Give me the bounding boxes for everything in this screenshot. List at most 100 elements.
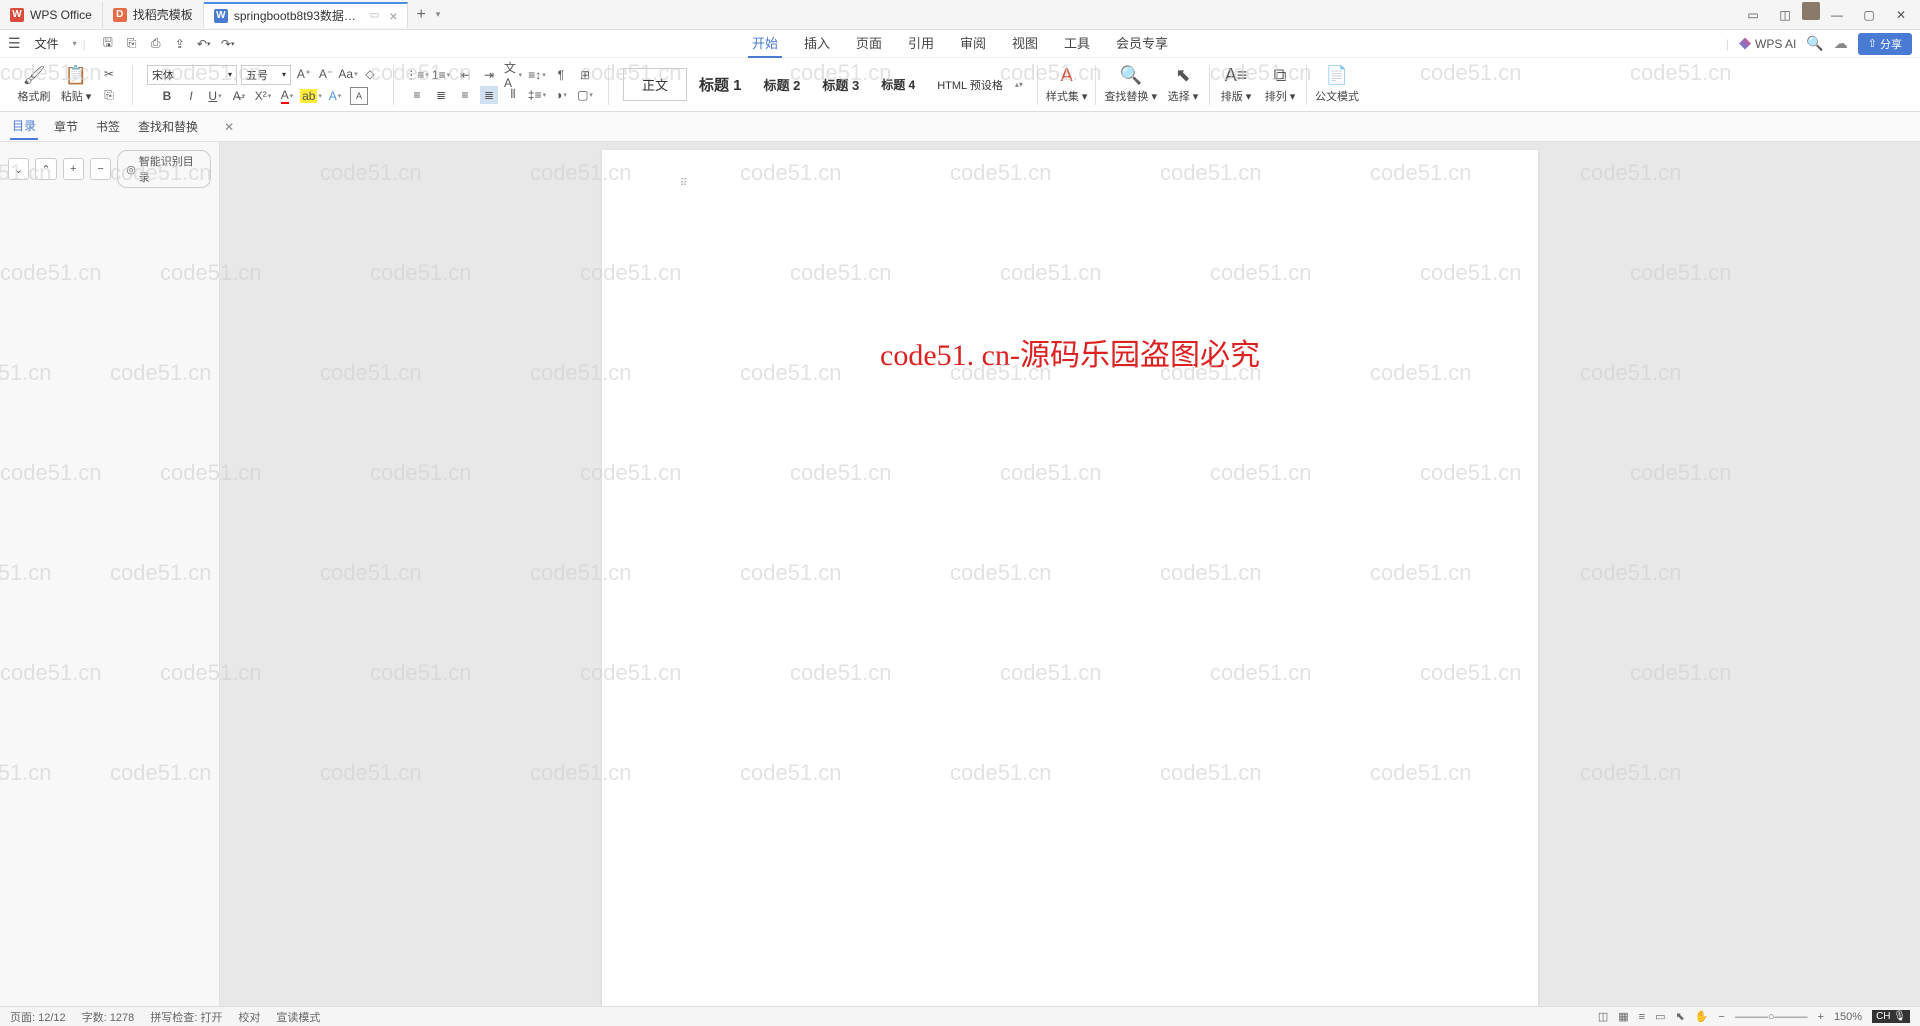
view-outline-icon[interactable]: ▭ (1655, 1010, 1665, 1023)
tab-review[interactable]: 审阅 (956, 29, 990, 58)
tab-page[interactable]: 页面 (852, 29, 886, 58)
font-color-icon[interactable]: A (278, 87, 296, 105)
style-heading3[interactable]: 标题 3 (812, 71, 869, 98)
superscript-icon[interactable]: X² (254, 87, 272, 105)
number-list-icon[interactable]: 1≡ (432, 66, 450, 84)
align-justify-icon[interactable]: ≣ (480, 86, 498, 104)
document-main-text[interactable]: code51. cn-源码乐园盗图必究 (662, 330, 1478, 374)
shading-icon[interactable]: ◑ (552, 86, 570, 104)
zoom-in-icon[interactable]: + (1818, 1011, 1824, 1023)
close-icon[interactable]: × (389, 8, 397, 24)
border-icon[interactable]: ▢ (576, 86, 594, 104)
increase-font-icon[interactable]: A⁺ (295, 65, 313, 83)
font-name-select[interactable]: 宋体▾ (147, 65, 237, 85)
search-icon[interactable]: 🔍 (1806, 35, 1823, 52)
increase-indent-icon[interactable]: ⇥ (480, 66, 498, 84)
new-tab-button[interactable]: + (408, 6, 433, 24)
paste-button[interactable]: 📋 粘贴 ▾ (58, 65, 94, 104)
phonetic-icon[interactable]: A (350, 87, 368, 105)
decrease-font-icon[interactable]: A⁻ (317, 65, 335, 83)
document-page[interactable]: ⠿ code51. cn-源码乐园盗图必究 (602, 150, 1538, 1006)
status-spell[interactable]: 拼写检查: 打开 (150, 1009, 222, 1025)
undo-icon[interactable]: ↶▾ (196, 36, 212, 52)
show-marks-icon[interactable]: ¶ (552, 66, 570, 84)
drag-handle-icon[interactable]: ⠿ (680, 178, 687, 189)
tab-stops-icon[interactable]: ⊞ (576, 66, 594, 84)
share-button[interactable]: ⇧ 分享 (1858, 33, 1912, 55)
smart-toc-button[interactable]: ◎ 智能识别目录 (117, 150, 211, 188)
underline-icon[interactable]: U (206, 87, 224, 105)
redo-icon[interactable]: ↷▾ (220, 36, 236, 52)
print-preview-icon[interactable]: ⎘ (124, 36, 140, 52)
window-cube-icon[interactable]: ◫ (1770, 2, 1800, 28)
remove-level-icon[interactable]: − (90, 158, 111, 180)
style-gallery-dropdown[interactable]: ▴▾ (1015, 80, 1023, 89)
distribute-icon[interactable]: ⫴ (504, 86, 522, 104)
layout-button[interactable]: A≡ 排版 ▾ (1218, 65, 1254, 104)
window-compact-icon[interactable]: ▭ (1738, 2, 1768, 28)
cloud-icon[interactable]: ☁ (1834, 35, 1848, 52)
tab-reference[interactable]: 引用 (904, 29, 938, 58)
style-heading1[interactable]: 标题 1 (689, 70, 752, 99)
minimize-icon[interactable]: — (1822, 2, 1852, 28)
maximize-icon[interactable]: ▢ (1854, 2, 1884, 28)
style-html[interactable]: HTML 预设格 (927, 73, 1013, 97)
view-mode-icon[interactable]: ◫ (1598, 1010, 1608, 1023)
cut-icon[interactable]: ✂ (100, 65, 118, 83)
app-tab-document[interactable]: W springbootb8t93数据库文档 ▭ × (204, 2, 409, 28)
bullet-list-icon[interactable]: ⋮≡ (408, 66, 426, 84)
bold-icon[interactable]: B (158, 87, 176, 105)
collapse-up-icon[interactable]: ⌃ (35, 158, 56, 180)
style-normal[interactable]: 正文 (623, 68, 687, 101)
highlight-icon[interactable]: ab (302, 87, 320, 105)
tab-menu-dropdown[interactable]: ▾ (436, 9, 441, 20)
tab-start[interactable]: 开始 (748, 29, 782, 58)
save-icon[interactable]: 🖫 (100, 36, 116, 52)
app-tab-template[interactable]: D 找稻壳模板 (103, 2, 204, 28)
font-effects-icon[interactable]: A (326, 87, 344, 105)
nav-bookmark[interactable]: 书签 (94, 114, 122, 139)
style-set-button[interactable]: A 样式集 ▾ (1046, 65, 1088, 104)
status-page[interactable]: 页面: 12/12 (10, 1009, 66, 1025)
select-button[interactable]: ⬉ 选择 ▾ (1165, 65, 1201, 104)
collapse-down-icon[interactable]: ⌄ (8, 158, 29, 180)
font-size-select[interactable]: 五号▾ (241, 65, 291, 85)
status-proof[interactable]: 校对 (238, 1009, 260, 1025)
nav-chapter[interactable]: 章节 (52, 114, 80, 139)
app-tab-wps[interactable]: W WPS Office (0, 2, 103, 28)
clear-format-icon[interactable]: ◇ (361, 65, 379, 83)
decrease-indent-icon[interactable]: ⇤ (456, 66, 474, 84)
change-case-icon[interactable]: Aa (339, 65, 357, 83)
line-spacing-icon[interactable]: ‡≡ (528, 86, 546, 104)
nav-find[interactable]: 查找和替换 (136, 114, 200, 139)
hand-mode-icon[interactable]: ✋ (1695, 1010, 1709, 1023)
tab-insert[interactable]: 插入 (800, 29, 834, 58)
status-read-mode[interactable]: 宣读模式 (276, 1009, 320, 1025)
format-painter-button[interactable]: 🖌 格式刷 (16, 65, 52, 104)
close-window-icon[interactable]: ✕ (1886, 2, 1916, 28)
user-avatar-icon[interactable] (1802, 2, 1820, 20)
status-words[interactable]: 字数: 1278 (82, 1009, 135, 1025)
tab-tools[interactable]: 工具 (1060, 29, 1094, 58)
zoom-level[interactable]: 150% (1834, 1011, 1862, 1023)
print-icon[interactable]: ⎙ (148, 36, 164, 52)
copy-icon[interactable]: ⎘ (100, 87, 118, 105)
file-dropdown-icon[interactable]: ▾ (73, 39, 77, 48)
gov-mode-button[interactable]: 📄 公文模式 (1315, 65, 1359, 104)
view-layout-icon[interactable]: ▦ (1618, 1010, 1628, 1023)
nav-close-icon[interactable]: ✕ (224, 120, 234, 134)
style-heading4[interactable]: 标题 4 (871, 72, 925, 97)
tab-member[interactable]: 会员专享 (1112, 29, 1172, 58)
sort-icon[interactable]: ≡↕ (528, 66, 546, 84)
document-area[interactable]: ⠿ code51. cn-源码乐园盗图必究 (220, 142, 1920, 1006)
view-web-icon[interactable]: ≡ (1639, 1011, 1645, 1023)
add-level-icon[interactable]: + (63, 158, 84, 180)
tab-view[interactable]: 视图 (1008, 29, 1042, 58)
nav-toc[interactable]: 目录 (10, 113, 38, 140)
arrange-button[interactable]: ⧉ 排列 ▾ (1262, 65, 1298, 104)
align-center-icon[interactable]: ≣ (432, 86, 450, 104)
italic-icon[interactable]: I (182, 87, 200, 105)
align-right-icon[interactable]: ≡ (456, 86, 474, 104)
zoom-out-icon[interactable]: − (1718, 1011, 1724, 1023)
zoom-slider[interactable]: ———○——— (1735, 1011, 1808, 1023)
